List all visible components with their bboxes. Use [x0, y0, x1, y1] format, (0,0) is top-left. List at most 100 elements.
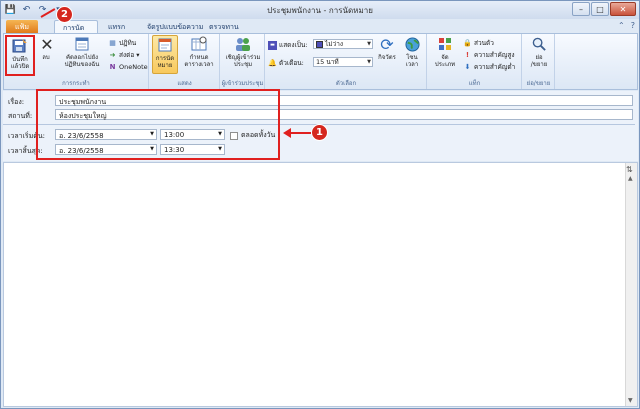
- categorize-icon: [435, 35, 455, 53]
- group-attendees: เชิญผู้เข้าร่วม ประชุม ผู้เข้าร่วมประชุม: [221, 34, 265, 89]
- low-importance-button[interactable]: ⬇ ความสำคัญต่ำ: [463, 62, 516, 72]
- scroll-up-icon[interactable]: ▲: [628, 175, 633, 182]
- zoom-button[interactable]: ย่อ /ขยาย: [526, 35, 552, 68]
- reminder-dropdown[interactable]: 15 นาที ▼: [313, 57, 373, 67]
- calendar-label: ปฏิทิน: [119, 39, 137, 47]
- copy-to-my-calendar-button[interactable]: คัดลอกไปยัง ปฏิทินของฉัน: [59, 35, 105, 68]
- window-title: ประชุมพนักงาน - การนัดหมาย: [267, 6, 373, 15]
- low-importance-label: ความสำคัญต่ำ: [474, 63, 516, 71]
- onenote-icon: N: [109, 62, 116, 71]
- invite-attendees-line1: เชิญผู้เข้าร่วม: [225, 54, 261, 61]
- copy-calendar-icon: [72, 35, 92, 53]
- group-options: ▬ แสดงเป็น: ไม่ว่าง ▼ 🔔 ตัวเตือน: 15 นาท…: [266, 34, 427, 89]
- group-zoom-label: ย่อ/ขยาย: [526, 80, 551, 87]
- categorize-button[interactable]: จัด ประเภท: [430, 35, 460, 68]
- group-options-label: ตัวเลือก: [335, 80, 357, 87]
- save-close-line1: บันทึก: [12, 56, 28, 63]
- delete-label: ลบ: [42, 54, 50, 61]
- exclamation-icon: !: [465, 51, 470, 59]
- forward-icon: ➜: [109, 51, 116, 59]
- categorize-line1: จัด: [441, 54, 449, 61]
- group-tags-label: แท็ก: [468, 80, 481, 87]
- private-button[interactable]: 🔒 ส่วนตัว: [463, 38, 494, 48]
- tab-file[interactable]: แฟ้ม: [6, 20, 38, 33]
- private-label: ส่วนตัว: [474, 39, 494, 47]
- calendar-button[interactable]: ▦ ปฏิทิน: [108, 38, 136, 48]
- title-bar: 💾 ↶ ↷ ▾ ประชุมพนักงาน - การนัดหมาย – □ ✕: [1, 1, 639, 19]
- minimize-button[interactable]: –: [572, 2, 590, 16]
- ribbon: บันทึก แล้วปิด ✕ ลบ คัดลอกไปยัง ปฏิทินขอ…: [3, 33, 638, 90]
- appointment-view-button[interactable]: การนัด หมาย: [152, 35, 178, 74]
- help-icon[interactable]: ?: [631, 21, 635, 30]
- show-as-label: ▬ แสดงเป็น:: [268, 40, 308, 50]
- show-as-value: ไม่ว่าง: [325, 40, 344, 48]
- scheduling-button[interactable]: กำหนด ตารางเวลา: [181, 35, 217, 68]
- busy-swatch: [316, 40, 323, 48]
- group-attendees-label: ผู้เข้าร่วมประชุม: [221, 80, 264, 87]
- group-actions-label: การกระทำ: [62, 80, 90, 87]
- delete-button[interactable]: ✕ ลบ: [37, 35, 55, 61]
- tab-review[interactable]: ตรวจทาน: [201, 20, 247, 33]
- appointment-view-icon: [155, 36, 175, 54]
- categorize-line2: ประเภท: [434, 61, 456, 68]
- appointment-window: 💾 ↶ ↷ ▾ ประชุมพนักงาน - การนัดหมาย – □ ✕…: [0, 0, 640, 409]
- save-and-close-button[interactable]: บันทึก แล้วปิด: [5, 35, 35, 76]
- tab-insert[interactable]: แทรก: [100, 20, 133, 33]
- annotation-highlight-box: [36, 89, 280, 160]
- editor-options-icon[interactable]: ⇅: [626, 165, 635, 174]
- ribbon-tabs: แฟ้ม การนัดหมาย แทรก จัดรูปแบบข้อความ ตร…: [1, 19, 639, 43]
- globe-icon: [402, 35, 422, 53]
- calendar-icon: ▦: [109, 39, 116, 47]
- subject-label: เรื่อง:: [8, 98, 25, 106]
- invite-attendees-button[interactable]: เชิญผู้เข้าร่วม ประชุม: [223, 35, 263, 68]
- save-close-line2: แล้วปิด: [10, 63, 30, 70]
- appointment-body-editor[interactable]: ▲ ▼ ⇅: [3, 162, 638, 407]
- location-label: สถานที่:: [8, 112, 33, 120]
- zoom-line1: ย่อ: [535, 54, 543, 61]
- show-as-dropdown[interactable]: ไม่ว่าง ▼: [313, 39, 373, 49]
- scheduling-line2: ตารางเวลา: [184, 61, 214, 68]
- ribbon-controls: ⌃ ?: [618, 21, 635, 30]
- show-as-icon: ▬: [268, 40, 277, 50]
- onenote-label: OneNote: [119, 62, 148, 71]
- down-arrow-icon: ⬇: [464, 63, 471, 71]
- high-importance-button[interactable]: ! ความสำคัญสูง: [463, 50, 515, 60]
- zoom-line2: /ขยาย: [530, 61, 548, 68]
- annotation-badge-2: 2: [56, 6, 73, 23]
- recurrence-button[interactable]: ⟳ กิจวัตร: [376, 35, 398, 61]
- scheduling-icon: [189, 35, 209, 53]
- forward-button[interactable]: ➜ ส่งต่อ ▾: [108, 50, 140, 60]
- close-button[interactable]: ✕: [610, 2, 636, 16]
- invite-attendees-line2: ประชุม: [233, 61, 253, 68]
- maximize-button[interactable]: □: [591, 2, 609, 16]
- reminder-label: 🔔 ตัวเตือน:: [268, 59, 304, 67]
- group-zoom: ย่อ /ขยาย ย่อ/ขยาย: [523, 34, 555, 89]
- reminder-value: 15 นาที: [316, 58, 339, 66]
- copy-calendar-line2: ปฏิทินของฉัน: [64, 61, 100, 68]
- scroll-down-icon[interactable]: ▼: [628, 397, 633, 404]
- delete-icon: ✕: [40, 34, 54, 54]
- recurrence-label: กิจวัตร: [378, 54, 396, 61]
- time-zones-line1: โซน: [406, 54, 418, 61]
- scheduling-line1: กำหนด: [189, 54, 209, 61]
- save-close-icon: [10, 37, 30, 55]
- group-tags: จัด ประเภท 🔒 ส่วนตัว ! ความสำคัญสูง ⬇ คว…: [428, 34, 522, 89]
- recurrence-icon: ⟳: [380, 34, 394, 54]
- lock-icon: 🔒: [463, 39, 472, 47]
- invite-attendees-icon: [233, 35, 253, 53]
- time-zones-button[interactable]: โซน เวลา: [401, 35, 423, 68]
- magnifier-icon: [529, 35, 549, 53]
- appointment-view-line2: หมาย: [157, 62, 173, 69]
- group-show-label: แสดง: [177, 80, 192, 87]
- vertical-scrollbar[interactable]: ▲ ▼: [625, 163, 637, 406]
- minimize-ribbon-icon[interactable]: ⌃: [618, 21, 625, 30]
- window-controls: – □ ✕: [572, 2, 636, 16]
- onenote-button[interactable]: N OneNote: [108, 62, 148, 71]
- high-importance-label: ความสำคัญสูง: [474, 51, 515, 59]
- chevron-down-icon: ▼: [367, 41, 371, 47]
- chevron-down-icon: ▼: [367, 59, 371, 65]
- time-zones-line2: เวลา: [405, 61, 419, 68]
- copy-calendar-line1: คัดลอกไปยัง: [65, 54, 99, 61]
- group-show: การนัด หมาย กำหนด ตารางเวลา แสดง: [150, 34, 220, 89]
- annotation-badge-1: 1: [311, 124, 328, 141]
